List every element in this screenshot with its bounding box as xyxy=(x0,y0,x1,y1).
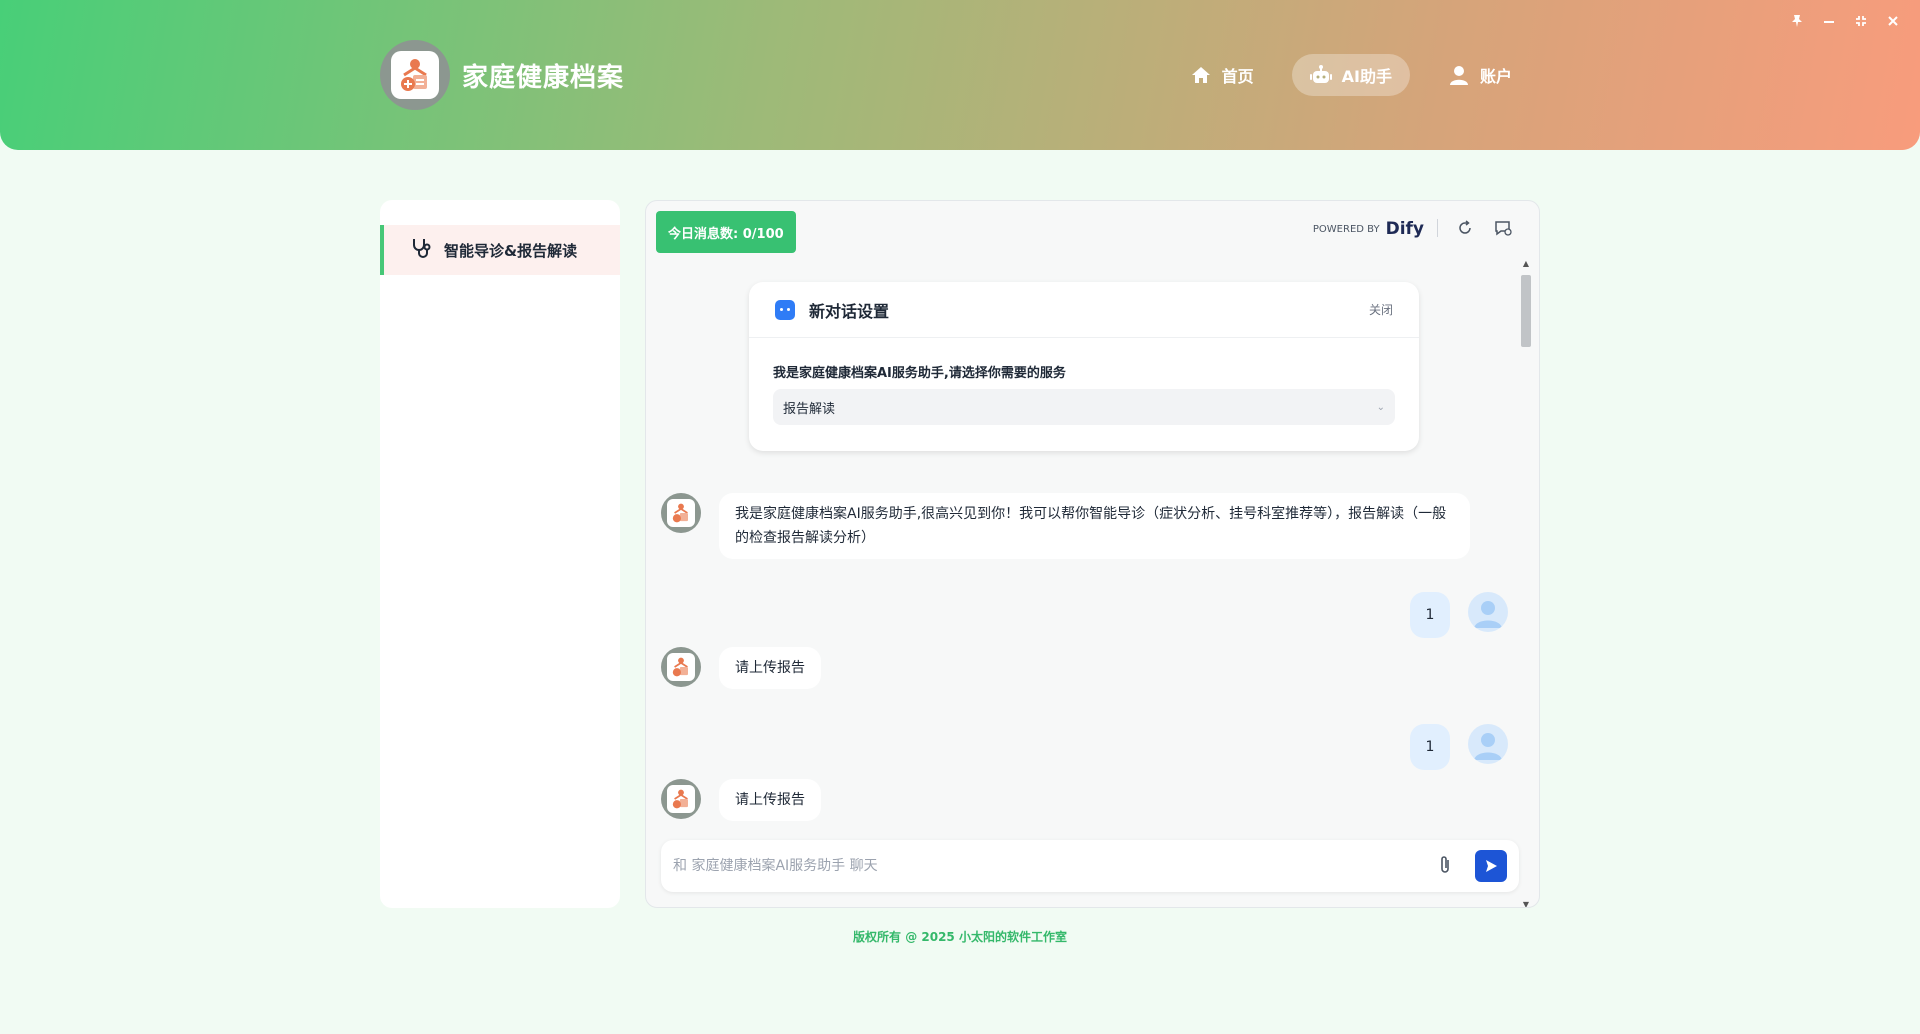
send-button[interactable] xyxy=(1475,850,1507,882)
user-icon xyxy=(1448,64,1470,86)
bot-avatar xyxy=(661,647,701,687)
new-chat-settings-card: 新对话设置 关闭 我是家庭健康档案AI服务助手,请选择你需要的服务 报告解读 ⌄ xyxy=(749,282,1419,451)
user-avatar xyxy=(1468,592,1508,632)
bot-avatar xyxy=(661,493,701,533)
app-logo xyxy=(380,40,450,110)
stethoscope-icon xyxy=(410,237,432,263)
home-icon xyxy=(1190,64,1212,86)
brand[interactable]: 家庭健康档案 xyxy=(380,40,624,110)
user-message: 1 xyxy=(1410,724,1450,770)
scroll-up-icon[interactable]: ▲ xyxy=(1521,259,1531,268)
nav-ai-assistant[interactable]: AI助手 xyxy=(1291,54,1410,96)
robot-icon xyxy=(1309,64,1332,86)
chat-panel: 今日消息数: 0/100 POWERED BY Dify ▲ ▼ 新对话设置 关… xyxy=(645,200,1540,908)
service-select-label: 我是家庭健康档案AI服务助手,请选择你需要的服务 xyxy=(773,366,1066,381)
scroll-thumb[interactable] xyxy=(1521,275,1531,347)
bot-avatar xyxy=(661,779,701,819)
top-nav: 首页 AI助手 账户 xyxy=(1172,54,1530,96)
sidebar: 智能导诊&报告解读 xyxy=(380,200,620,908)
close-icon[interactable] xyxy=(1884,14,1902,32)
chat-composer xyxy=(661,840,1519,892)
bot-message: 请上传报告 xyxy=(719,647,821,689)
settings-close-button[interactable]: 关闭 xyxy=(1369,301,1393,318)
nav-home[interactable]: 首页 xyxy=(1172,54,1272,96)
attachment-icon[interactable] xyxy=(1435,854,1457,876)
chat-scrollbar[interactable]: ▲ ▼ xyxy=(1519,259,1531,907)
nav-account[interactable]: 账户 xyxy=(1430,54,1530,96)
scroll-down-icon[interactable]: ▼ xyxy=(1521,900,1531,907)
nav-home-label: 首页 xyxy=(1221,67,1254,86)
footer-copyright: 版权所有 @ 2025 小太阳的软件工作室 xyxy=(853,930,1067,944)
restore-icon[interactable] xyxy=(1852,14,1870,32)
message-quota-badge: 今日消息数: 0/100 xyxy=(656,211,796,253)
chat-top-actions xyxy=(1437,217,1514,239)
dify-logo: Dify xyxy=(1385,219,1424,239)
service-select[interactable]: 报告解读 ⌄ xyxy=(773,389,1395,425)
chevron-down-icon: ⌄ xyxy=(1376,401,1385,413)
service-select-value: 报告解读 xyxy=(783,401,836,417)
pin-icon[interactable] xyxy=(1788,14,1806,32)
refresh-icon[interactable] xyxy=(1454,217,1476,239)
new-chat-icon[interactable] xyxy=(1492,217,1514,239)
window-controls xyxy=(1788,14,1902,32)
settings-title: 新对话设置 xyxy=(809,301,890,321)
sidebar-item-smart-triage[interactable]: 智能导诊&报告解读 xyxy=(380,225,620,275)
app-header: 家庭健康档案 首页 AI助手 账户 xyxy=(0,0,1920,150)
divider xyxy=(1437,219,1438,237)
user-avatar xyxy=(1468,724,1508,764)
chat-input[interactable] xyxy=(673,854,1393,878)
nav-ai-assistant-label: AI助手 xyxy=(1341,67,1392,86)
powered-by-label: POWERED BY xyxy=(1312,223,1380,235)
settings-header: 新对话设置 关闭 xyxy=(749,282,1419,338)
nav-account-label: 账户 xyxy=(1479,67,1512,86)
bot-message: 我是家庭健康档案AI服务助手,很高兴见到你！我可以帮你智能导诊（症状分析、挂号科… xyxy=(719,493,1470,559)
minimize-icon[interactable] xyxy=(1820,14,1838,32)
app-title: 家庭健康档案 xyxy=(462,62,625,93)
bot-message: 请上传报告 xyxy=(719,779,821,821)
send-icon xyxy=(1486,860,1497,872)
settings-body: 我是家庭健康档案AI服务助手,请选择你需要的服务 报告解读 ⌄ xyxy=(749,338,1419,425)
user-message: 1 xyxy=(1410,592,1450,638)
sidebar-item-label: 智能导诊&报告解读 xyxy=(444,241,578,260)
powered-by: POWERED BY Dify xyxy=(1313,219,1424,239)
bot-face-icon xyxy=(775,299,795,320)
